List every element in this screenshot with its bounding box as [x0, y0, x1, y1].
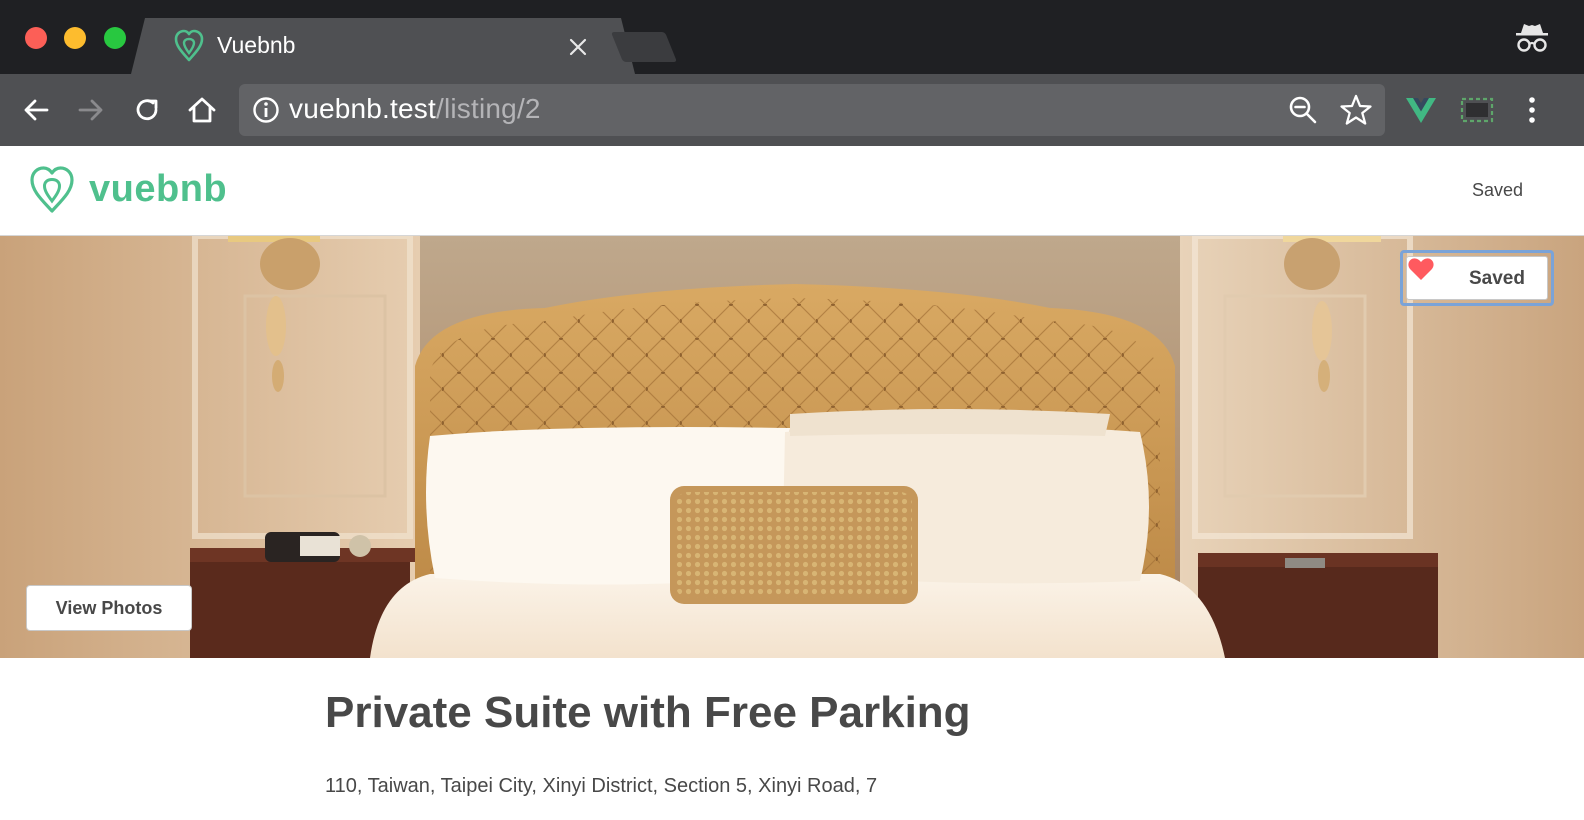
save-listing-label: Saved	[1469, 268, 1525, 289]
vuebnb-favicon-icon	[174, 29, 204, 62]
address-bar[interactable]: vuebnb.test/listing/2	[239, 84, 1385, 136]
url-path: /listing/2	[435, 93, 541, 124]
incognito-icon	[1516, 24, 1548, 52]
back-icon[interactable]	[18, 92, 54, 128]
zoom-out-icon[interactable]	[1287, 94, 1319, 126]
window-zoom-button[interactable]	[104, 27, 126, 49]
url-text[interactable]: vuebnb.test/listing/2	[289, 93, 541, 125]
more-icon[interactable]	[1514, 92, 1550, 128]
listing-hero-image: Saved View Photos	[0, 236, 1584, 658]
reload-icon[interactable]	[129, 92, 165, 128]
url-host: vuebnb.test	[289, 93, 436, 124]
browser-tab-active[interactable]: Vuebnb	[131, 18, 635, 74]
star-icon[interactable]	[1339, 93, 1373, 127]
window-close-button[interactable]	[25, 27, 47, 49]
site-header: vuebnb Saved	[0, 146, 1584, 236]
vue-devtools-icon[interactable]	[1403, 92, 1439, 128]
view-photos-button[interactable]: View Photos	[26, 585, 192, 631]
browser-toolbar: vuebnb.test/listing/2	[0, 74, 1584, 146]
cast-icon[interactable]	[1459, 92, 1495, 128]
vuebnb-logo-icon[interactable]	[28, 166, 76, 214]
nav-saved-link[interactable]: Saved	[1472, 180, 1523, 201]
save-listing-button-inner: Saved	[1406, 256, 1548, 300]
forward-icon[interactable]	[73, 92, 109, 128]
browser-tab-strip: Vuebnb	[0, 0, 1584, 74]
save-listing-button[interactable]: Saved	[1400, 250, 1554, 306]
close-icon[interactable]	[565, 34, 591, 60]
hero-photo	[0, 236, 1584, 658]
logo-text[interactable]: vuebnb	[89, 168, 227, 211]
home-icon[interactable]	[184, 92, 220, 128]
listing-address: 110, Taiwan, Taipei City, Xinyi District…	[325, 775, 878, 797]
info-icon[interactable]	[252, 96, 280, 124]
new-tab-button[interactable]	[610, 32, 678, 62]
heart-icon	[1408, 258, 1434, 280]
window-minimize-button[interactable]	[64, 27, 86, 49]
listing-title: Private Suite with Free Parking	[325, 688, 971, 737]
tab-title: Vuebnb	[217, 32, 296, 58]
